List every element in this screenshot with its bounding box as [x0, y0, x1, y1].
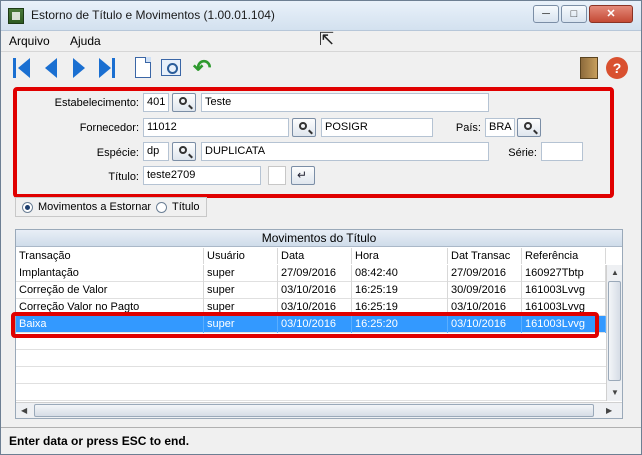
table-row-empty [16, 384, 606, 401]
table-row-empty [16, 350, 606, 367]
table-row[interactable]: Correção de Valor super 03/10/2016 16:25… [16, 282, 606, 299]
undo-icon[interactable]: ↶ [193, 56, 217, 80]
new-document-icon[interactable] [131, 56, 155, 80]
application-window: Estorno de Título e Movimentos (1.00.01.… [0, 0, 642, 455]
scroll-down-icon[interactable]: ▼ [611, 388, 619, 397]
view-mode-radio-group: Movimentos a Estornar Título [15, 197, 207, 217]
horizontal-scrollbar[interactable]: ◀ ▶ [16, 402, 622, 418]
close-button[interactable]: ✕ [589, 5, 633, 23]
menu-arquivo[interactable]: Arquivo [9, 34, 50, 48]
first-record-icon[interactable] [11, 56, 35, 80]
cell-hora: 08:42:40 [352, 265, 448, 282]
highlight-frame-form [13, 87, 614, 198]
maximize-button[interactable]: □ [561, 5, 587, 23]
preview-icon[interactable] [159, 56, 183, 80]
cell-dat-transac: 27/09/2016 [448, 265, 522, 282]
last-record-icon[interactable] [95, 56, 119, 80]
cell-data: 03/10/2016 [278, 282, 352, 299]
menu-ajuda[interactable]: Ajuda [70, 34, 101, 48]
mouse-cursor-icon: ⇱ [319, 29, 335, 49]
scroll-left-icon[interactable]: ◀ [21, 406, 27, 415]
radio-movimentos-label[interactable]: Movimentos a Estornar [38, 201, 151, 213]
title-bar: Estorno de Título e Movimentos (1.00.01.… [1, 1, 641, 31]
highlight-frame-row [11, 312, 599, 338]
column-header-usuario[interactable]: Usuário [204, 248, 278, 264]
vertical-scrollbar[interactable]: ▲ ▼ [606, 265, 622, 401]
radio-movimentos[interactable] [22, 202, 33, 213]
app-icon [8, 8, 24, 24]
help-icon[interactable]: ? [605, 56, 629, 80]
cell-referencia: 160927Tbtp [522, 265, 606, 282]
cell-referencia: 161003Lvvg [522, 282, 606, 299]
table-row-empty [16, 367, 606, 384]
cell-dat-transac: 30/09/2016 [448, 282, 522, 299]
horizontal-scroll-thumb[interactable] [34, 404, 594, 417]
column-header-referencia[interactable]: Referência [522, 248, 606, 264]
minimize-button[interactable]: ─ [533, 5, 559, 23]
column-header-dat-transac[interactable]: Dat Transac [448, 248, 522, 264]
column-header-transacao[interactable]: Transação [16, 248, 204, 264]
help-glyph: ? [606, 57, 628, 79]
radio-titulo-label[interactable]: Título [172, 201, 200, 213]
window-title: Estorno de Título e Movimentos (1.00.01.… [31, 8, 275, 22]
cell-usuario: super [204, 282, 278, 299]
undo-glyph: ↶ [193, 55, 212, 80]
scroll-up-icon[interactable]: ▲ [611, 268, 619, 277]
cell-transacao: Implantação [16, 265, 204, 282]
previous-record-icon[interactable] [39, 56, 63, 80]
status-text: Enter data or press ESC to end. [9, 434, 190, 448]
column-header-hora[interactable]: Hora [352, 248, 448, 264]
vertical-scroll-thumb[interactable] [608, 281, 621, 381]
status-bar: Enter data or press ESC to end. [1, 427, 641, 454]
cell-data: 27/09/2016 [278, 265, 352, 282]
exit-icon[interactable] [577, 56, 601, 80]
next-record-icon[interactable] [67, 56, 91, 80]
table-title: Movimentos do Título [16, 230, 622, 247]
cell-usuario: super [204, 265, 278, 282]
scroll-right-icon[interactable]: ▶ [606, 406, 612, 415]
toolbar: ↶ ? [1, 51, 641, 83]
cell-transacao: Correção de Valor [16, 282, 204, 299]
column-header-data[interactable]: Data [278, 248, 352, 264]
cell-hora: 16:25:19 [352, 282, 448, 299]
table-row[interactable]: Implantação super 27/09/2016 08:42:40 27… [16, 265, 606, 282]
radio-titulo[interactable] [156, 202, 167, 213]
